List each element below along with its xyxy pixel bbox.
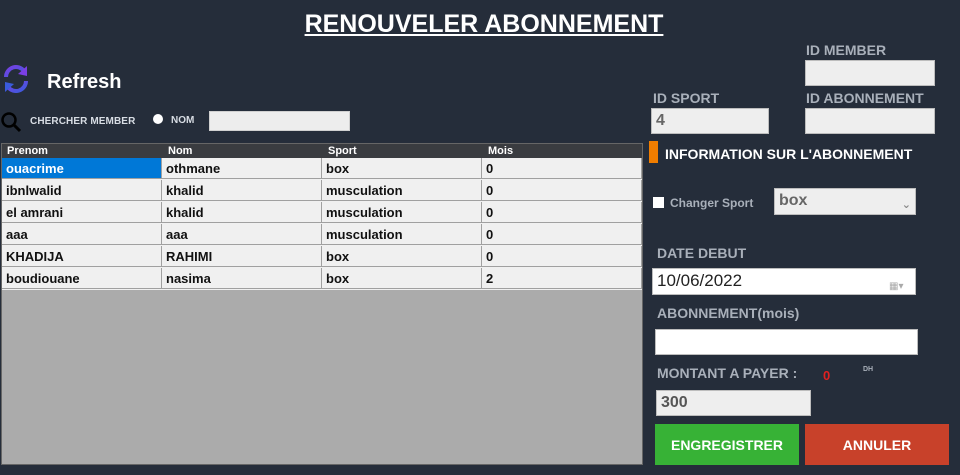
id-sport-field[interactable]: 4 bbox=[651, 108, 769, 134]
members-grid[interactable]: Prenom Nom Sport Mois ouacrime othmane b… bbox=[1, 143, 643, 465]
table-row[interactable]: KHADIJA RAHIMI box 0 bbox=[2, 246, 642, 268]
id-abonnement-field[interactable] bbox=[805, 108, 935, 134]
date-debut-value: 10/06/2022 bbox=[657, 271, 743, 290]
cell-mois[interactable]: 0 bbox=[482, 246, 642, 267]
cell-prenom[interactable]: ouacrime bbox=[2, 158, 162, 179]
table-row[interactable]: ibnlwalid khalid musculation 0 bbox=[2, 180, 642, 202]
table-row[interactable]: boudiouane nasima box 2 bbox=[2, 268, 642, 290]
cell-nom[interactable]: RAHIMI bbox=[162, 246, 322, 267]
cell-sport[interactable]: musculation bbox=[322, 180, 482, 201]
cell-prenom[interactable]: ibnlwalid bbox=[2, 180, 162, 201]
page-title: RENOUVELER ABONNEMENT bbox=[304, 10, 664, 38]
date-debut-picker[interactable]: 10/06/2022 ▦▾ bbox=[652, 268, 916, 295]
cell-prenom[interactable]: aaa bbox=[2, 224, 162, 245]
currency-label: DH bbox=[863, 366, 874, 373]
refresh-button[interactable]: Refresh bbox=[47, 71, 121, 94]
cell-mois[interactable]: 0 bbox=[482, 180, 642, 201]
cell-nom[interactable]: khalid bbox=[162, 202, 322, 223]
cell-nom[interactable]: nasima bbox=[162, 268, 322, 289]
cell-prenom[interactable]: el amrani bbox=[2, 202, 162, 223]
table-row[interactable]: aaa aaa musculation 0 bbox=[2, 224, 642, 246]
save-button[interactable]: ENGREGISTRER bbox=[655, 424, 799, 465]
cell-mois[interactable]: 0 bbox=[482, 202, 642, 223]
change-sport-label: Changer Sport bbox=[670, 196, 754, 210]
cell-mois[interactable]: 2 bbox=[482, 268, 642, 289]
id-sport-label: ID SPORT bbox=[653, 90, 720, 106]
cell-sport[interactable]: musculation bbox=[322, 224, 482, 245]
grid-header: Prenom Nom Sport Mois bbox=[2, 144, 642, 158]
change-sport-checkbox[interactable] bbox=[653, 197, 664, 208]
montant-value: 0 bbox=[823, 368, 831, 383]
cell-sport[interactable]: box bbox=[322, 268, 482, 289]
search-icon bbox=[1, 112, 22, 133]
search-label: CHERCHER MEMBER bbox=[30, 116, 136, 127]
nom-radio[interactable] bbox=[153, 114, 163, 124]
date-debut-label: DATE DEBUT bbox=[657, 245, 747, 261]
cell-nom[interactable]: aaa bbox=[162, 224, 322, 245]
abonnement-input[interactable] bbox=[655, 329, 918, 355]
cell-sport[interactable]: musculation bbox=[322, 202, 482, 223]
cell-mois[interactable]: 0 bbox=[482, 224, 642, 245]
id-member-field[interactable] bbox=[805, 60, 935, 86]
price-field[interactable]: 300 bbox=[656, 390, 811, 416]
montant-label: MONTANT A PAYER : bbox=[657, 365, 798, 381]
column-header-mois[interactable]: Mois bbox=[488, 145, 513, 157]
cancel-button[interactable]: ANNULER bbox=[805, 424, 949, 465]
chevron-down-icon: ⌄ bbox=[901, 199, 911, 211]
search-input[interactable] bbox=[209, 111, 350, 131]
table-row[interactable]: el amrani khalid musculation 0 bbox=[2, 202, 642, 224]
cell-nom[interactable]: khalid bbox=[162, 180, 322, 201]
cell-prenom[interactable]: boudiouane bbox=[2, 268, 162, 289]
cell-sport[interactable]: box bbox=[322, 246, 482, 267]
section-title: INFORMATION SUR L'ABONNEMENT bbox=[665, 146, 913, 162]
nom-radio-label: NOM bbox=[171, 115, 195, 126]
abonnement-label: ABONNEMENT(mois) bbox=[657, 305, 800, 321]
table-row[interactable]: ouacrime othmane box 0 bbox=[2, 158, 642, 180]
id-abonnement-label: ID ABONNEMENT bbox=[806, 90, 924, 106]
id-member-label: ID MEMBER bbox=[806, 42, 887, 58]
calendar-icon[interactable]: ▦▾ bbox=[889, 275, 911, 292]
column-header-nom[interactable]: Nom bbox=[168, 145, 192, 157]
cell-sport[interactable]: box bbox=[322, 158, 482, 179]
cell-mois[interactable]: 0 bbox=[482, 158, 642, 179]
cell-prenom[interactable]: KHADIJA bbox=[2, 246, 162, 267]
sport-select[interactable]: box ⌄ bbox=[774, 188, 916, 215]
column-header-sport[interactable]: Sport bbox=[328, 145, 357, 157]
column-header-prenom[interactable]: Prenom bbox=[7, 145, 48, 157]
cell-nom[interactable]: othmane bbox=[162, 158, 322, 179]
refresh-icon[interactable] bbox=[0, 63, 32, 95]
sport-select-value: box bbox=[779, 192, 808, 209]
section-accent-bar bbox=[649, 141, 658, 163]
